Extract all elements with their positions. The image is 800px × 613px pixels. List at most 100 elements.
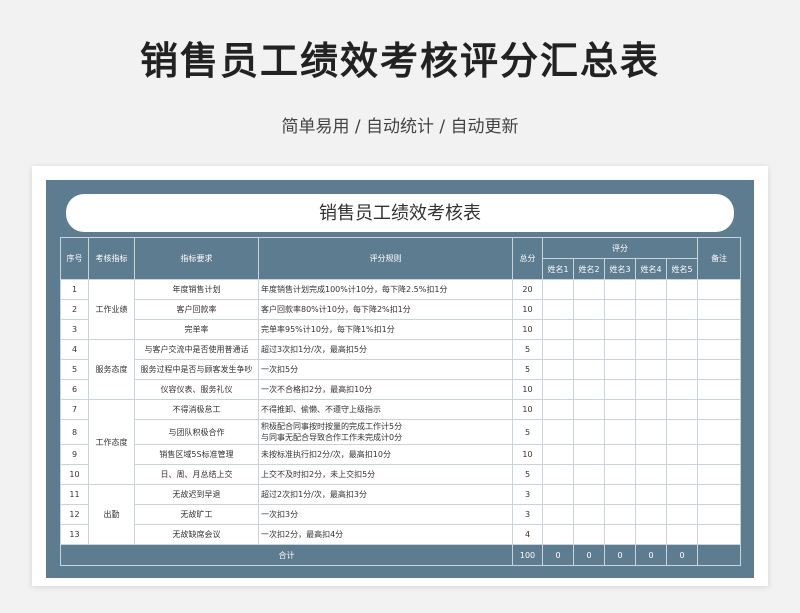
remark-cell[interactable]	[697, 379, 742, 400]
remark-cell[interactable]	[697, 524, 742, 545]
score-cell[interactable]	[635, 319, 667, 340]
requirement-cell: 无故迟到早退	[134, 484, 259, 505]
requirement-cell: 销售区域5S标准管理	[134, 444, 259, 465]
score-cell[interactable]	[635, 339, 667, 360]
remark-cell[interactable]	[697, 484, 742, 505]
score-cell[interactable]	[604, 504, 636, 525]
score-cell[interactable]	[604, 399, 636, 420]
requirement-cell: 仪容仪表、服务礼仪	[134, 379, 259, 400]
score-cell[interactable]	[635, 299, 667, 320]
score-cell[interactable]	[542, 419, 574, 445]
score-cell[interactable]	[604, 464, 636, 485]
score-cell[interactable]	[604, 279, 636, 300]
score-cell[interactable]	[573, 464, 605, 485]
remark-cell[interactable]	[697, 319, 742, 340]
total-cell: 5	[512, 464, 543, 485]
score-cell[interactable]	[604, 379, 636, 400]
score-cell[interactable]	[573, 379, 605, 400]
total-cell: 4	[512, 524, 543, 545]
score-cell[interactable]	[542, 339, 574, 360]
page-title: 销售员工绩效考核评分汇总表	[139, 39, 660, 83]
rule-line: 积极配合同事按时按量的完成工作计5分	[261, 422, 403, 431]
score-cell[interactable]	[665, 504, 699, 525]
total-cell: 10	[512, 379, 543, 400]
score-cell[interactable]	[665, 339, 699, 360]
score-cell[interactable]	[635, 464, 667, 485]
score-cell[interactable]	[665, 359, 699, 380]
header-rater: 姓名1	[542, 258, 574, 280]
score-cell[interactable]	[542, 399, 574, 420]
requirement-cell: 与客户交流中是否使用普通话	[134, 339, 259, 360]
score-cell[interactable]	[573, 359, 605, 380]
total-cell: 5	[512, 419, 543, 445]
remark-cell[interactable]	[697, 504, 742, 525]
remark-cell[interactable]	[697, 419, 742, 445]
score-cell[interactable]	[573, 399, 605, 420]
total-cell: 10	[512, 399, 543, 420]
score-cell[interactable]	[665, 319, 699, 340]
total-cell: 10	[512, 444, 543, 465]
score-cell[interactable]	[573, 484, 605, 505]
score-cell[interactable]	[573, 419, 605, 445]
score-cell[interactable]	[665, 399, 699, 420]
score-cell[interactable]	[573, 319, 605, 340]
score-cell[interactable]	[665, 524, 699, 545]
score-cell[interactable]	[542, 444, 574, 465]
score-cell[interactable]	[665, 379, 699, 400]
remark-cell[interactable]	[697, 444, 742, 465]
score-cell[interactable]	[635, 379, 667, 400]
score-sum: 0	[604, 544, 636, 566]
score-cell[interactable]	[635, 444, 667, 465]
score-cell[interactable]	[635, 279, 667, 300]
score-cell[interactable]	[573, 524, 605, 545]
row-index: 10	[60, 464, 89, 485]
score-cell[interactable]	[635, 524, 667, 545]
score-cell[interactable]	[573, 444, 605, 465]
score-cell[interactable]	[604, 444, 636, 465]
score-cell[interactable]	[665, 484, 699, 505]
score-cell[interactable]	[665, 299, 699, 320]
score-cell[interactable]	[542, 504, 574, 525]
score-cell[interactable]	[542, 379, 574, 400]
score-cell[interactable]	[665, 279, 699, 300]
requirement-cell: 年度销售计划	[134, 279, 259, 300]
score-cell[interactable]	[635, 359, 667, 380]
score-cell[interactable]	[573, 299, 605, 320]
score-cell[interactable]	[665, 444, 699, 465]
score-cell[interactable]	[635, 419, 667, 445]
score-cell[interactable]	[542, 464, 574, 485]
score-cell[interactable]	[542, 524, 574, 545]
score-cell[interactable]	[635, 484, 667, 505]
score-cell[interactable]	[604, 339, 636, 360]
score-cell[interactable]	[542, 484, 574, 505]
remark-cell[interactable]	[697, 464, 742, 485]
score-cell[interactable]	[604, 359, 636, 380]
rule-cell: 年度销售计划完成100%计10分，每下降2.5%扣1分	[258, 279, 513, 300]
remark-cell[interactable]	[697, 359, 742, 380]
score-cell[interactable]	[665, 464, 699, 485]
score-cell[interactable]	[604, 524, 636, 545]
header-requirement: 指标要求	[134, 237, 259, 280]
score-cell[interactable]	[604, 299, 636, 320]
total-cell: 10	[512, 319, 543, 340]
score-sum: 0	[635, 544, 667, 566]
score-cell[interactable]	[542, 359, 574, 380]
score-cell[interactable]	[542, 299, 574, 320]
table-row: 4 服务态度 与客户交流中是否使用普通话 超过3次扣1分/次，最高扣5分 5	[60, 339, 742, 400]
row-index: 13	[60, 524, 89, 545]
score-cell[interactable]	[573, 279, 605, 300]
score-cell[interactable]	[665, 419, 699, 445]
score-cell[interactable]	[604, 484, 636, 505]
remark-cell[interactable]	[697, 339, 742, 360]
score-cell[interactable]	[573, 504, 605, 525]
score-cell[interactable]	[542, 319, 574, 340]
remark-cell[interactable]	[697, 399, 742, 420]
score-cell[interactable]	[635, 399, 667, 420]
score-cell[interactable]	[604, 319, 636, 340]
remark-cell[interactable]	[697, 279, 742, 300]
score-cell[interactable]	[573, 339, 605, 360]
score-cell[interactable]	[542, 279, 574, 300]
score-cell[interactable]	[635, 504, 667, 525]
score-cell[interactable]	[604, 419, 636, 445]
remark-cell[interactable]	[697, 299, 742, 320]
